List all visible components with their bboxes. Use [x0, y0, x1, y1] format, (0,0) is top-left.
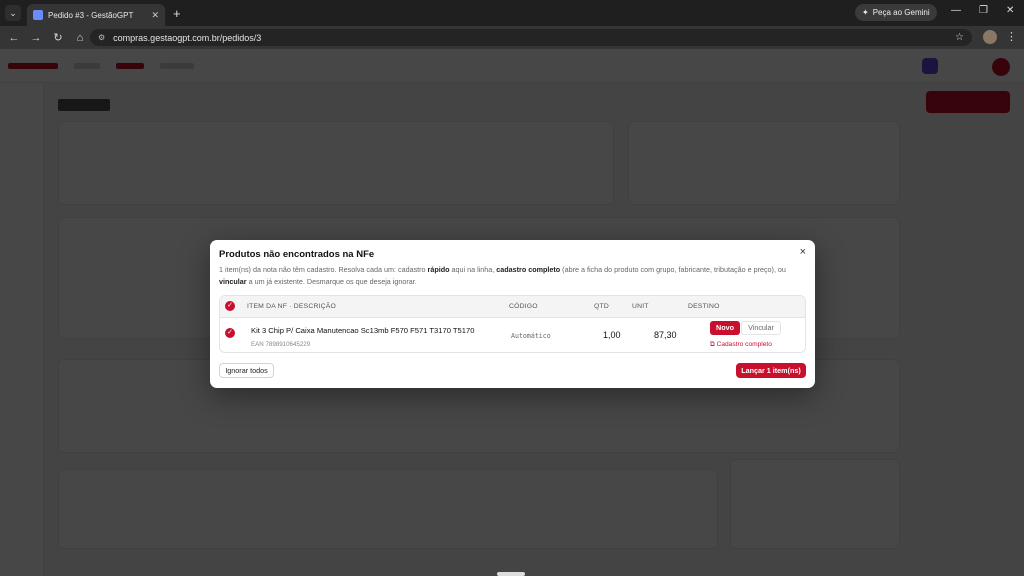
browser-tab[interactable]: Pedido #3 - GestãoGPT ✕	[27, 4, 165, 26]
minimize-icon[interactable]: —	[951, 5, 961, 16]
full-registration-link[interactable]: ⧉ Cadastro completo	[710, 341, 772, 349]
home-icon[interactable]: ⌂	[69, 32, 91, 44]
forward-icon[interactable]: →	[25, 32, 47, 44]
select-all-checkbox[interactable]: ✓	[225, 301, 235, 311]
products-not-found-modal: Produtos não encontrados na NFe × 1 item…	[210, 240, 815, 388]
scroll-indicator	[497, 572, 525, 576]
header-code: CÓDIGO	[509, 303, 538, 310]
launch-items-button[interactable]: Lançar 1 item(ns)	[736, 363, 806, 378]
tab-search-icon[interactable]: ⌄	[5, 5, 21, 21]
ignore-all-button[interactable]: Ignorar todos	[219, 363, 274, 378]
item-ean: EAN 7898910645229	[251, 341, 311, 348]
gemini-button[interactable]: ✦ Peça ao Gemini	[855, 4, 937, 21]
external-link-icon: ⧉	[710, 341, 715, 348]
window-close-icon[interactable]: ✕	[1006, 5, 1014, 16]
header-qty: QTD	[594, 303, 609, 310]
site-info-icon[interactable]: ⚙	[98, 33, 105, 42]
item-code: Automático	[511, 332, 551, 340]
back-icon[interactable]: ←	[3, 32, 25, 44]
bookmark-star-icon[interactable]: ☆	[955, 32, 964, 43]
modal-title: Produtos não encontrados na NFe	[219, 249, 375, 260]
item-description[interactable]: Kit 3 Chip P/ Caixa Manutencao Sc13mb F5…	[251, 326, 474, 335]
header-destination: DESTINO	[688, 303, 720, 310]
maximize-icon[interactable]: ❐	[979, 5, 988, 16]
close-icon[interactable]: ×	[800, 246, 806, 258]
profile-avatar[interactable]	[983, 30, 997, 44]
item-unit-price: 87,30	[654, 330, 677, 340]
browser-tabbar: ⌄ Pedido #3 - GestãoGPT ✕ + ✦ Peça ao Ge…	[0, 0, 1024, 26]
reload-icon[interactable]: ↻	[47, 31, 69, 44]
link-existing-button[interactable]: Vincular	[741, 321, 781, 335]
modal-description: 1 item(ns) da nota não têm cadastro. Res…	[219, 265, 786, 286]
table-header: ✓ ITEM DA NF · DESCRIÇÃO CÓDIGO QTD UNIT…	[220, 296, 805, 318]
url-text: compras.gestaogpt.com.br/pedidos/3	[113, 32, 262, 43]
browser-toolbar: ← → ↻ ⌂ ⚙ compras.gestaogpt.com.br/pedid…	[0, 26, 1024, 49]
row-checkbox[interactable]: ✓	[225, 328, 235, 338]
tab-close-icon[interactable]: ✕	[151, 10, 159, 21]
browser-menu-icon[interactable]: ⋮	[1006, 30, 1017, 43]
new-button[interactable]: Novo	[710, 321, 740, 335]
tab-title: Pedido #3 - GestãoGPT	[48, 10, 134, 20]
sparkle-icon: ✦	[862, 8, 869, 17]
items-table: ✓ ITEM DA NF · DESCRIÇÃO CÓDIGO QTD UNIT…	[219, 295, 806, 353]
item-qty: 1,00	[603, 330, 621, 340]
address-bar[interactable]: ⚙ compras.gestaogpt.com.br/pedidos/3 ☆	[90, 29, 972, 46]
new-tab-button[interactable]: +	[173, 6, 181, 21]
header-unit: UNIT	[632, 303, 649, 310]
header-item: ITEM DA NF · DESCRIÇÃO	[247, 303, 336, 310]
favicon-icon	[33, 10, 43, 20]
gemini-label: Peça ao Gemini	[872, 8, 930, 17]
